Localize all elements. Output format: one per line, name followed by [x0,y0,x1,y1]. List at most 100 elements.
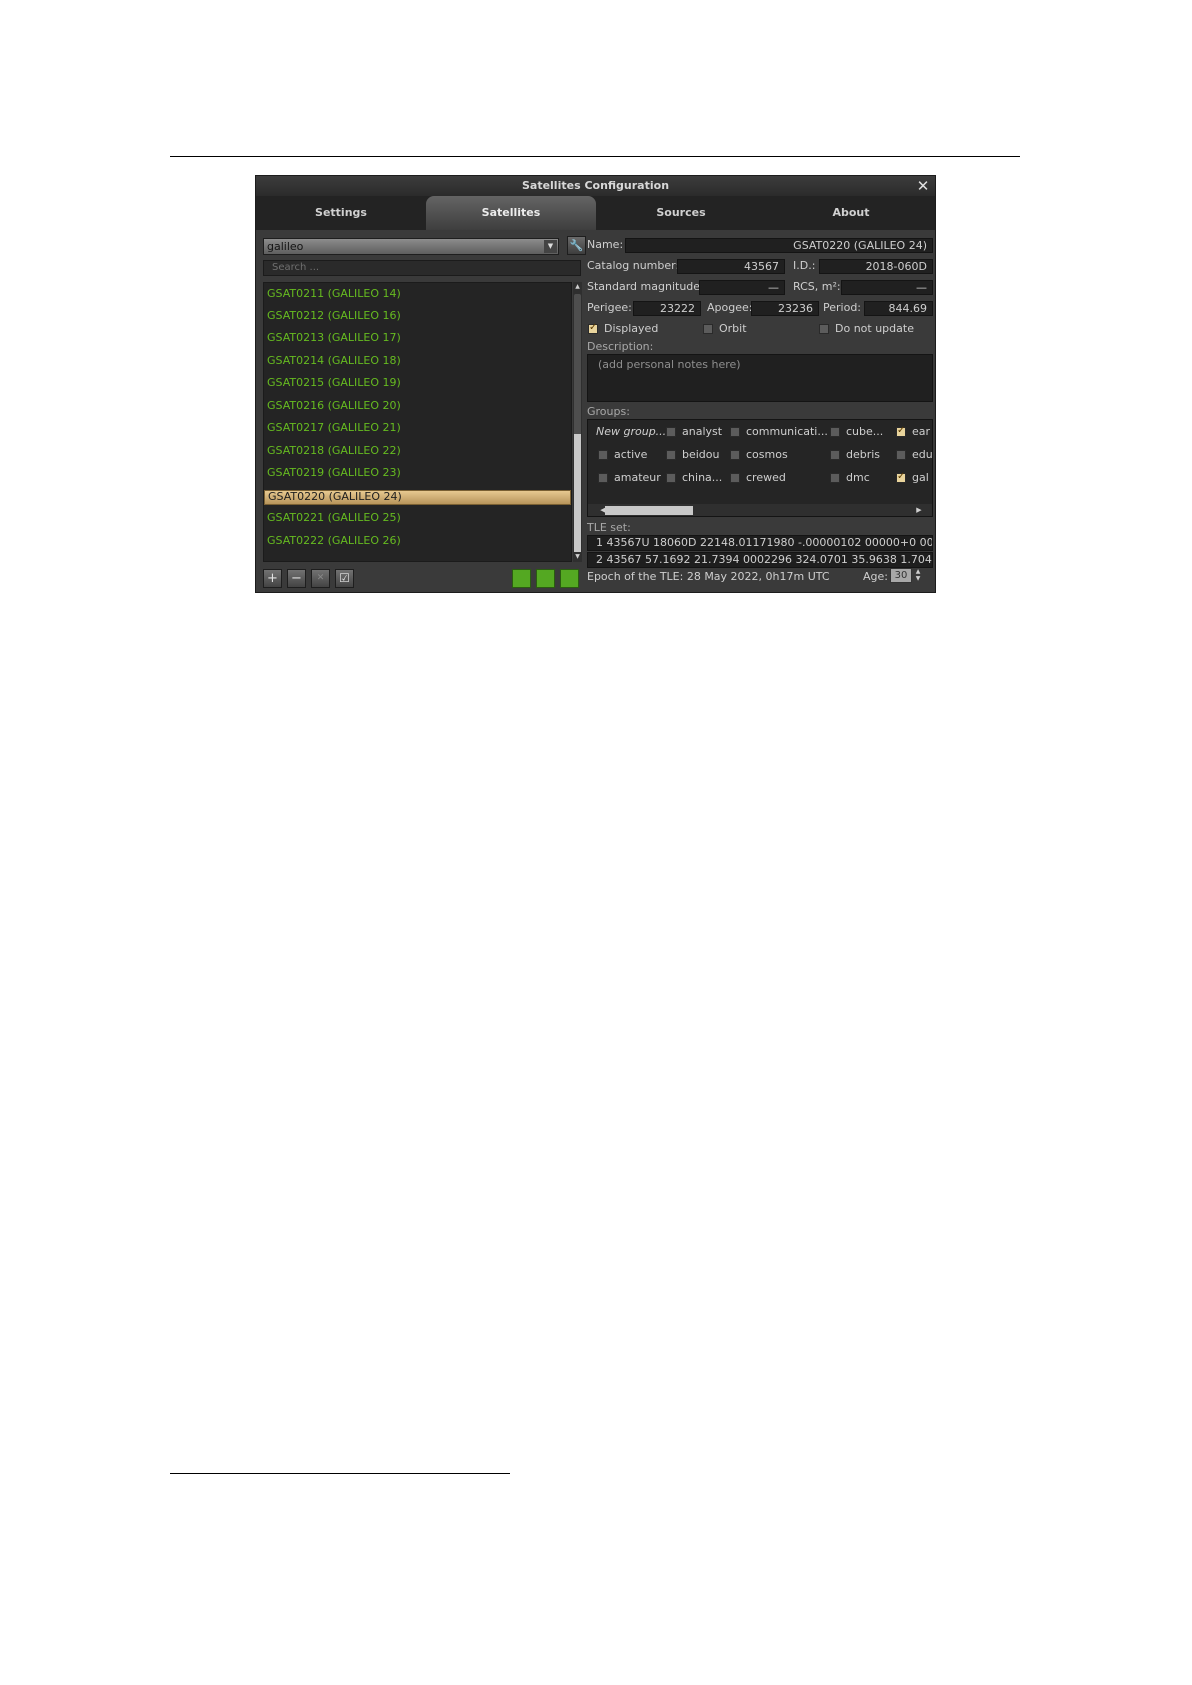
group-label: crewed [746,471,786,484]
group-label: edu [912,448,933,461]
list-item-selected[interactable]: GSAT0220 (GALILEO 24) [264,490,571,505]
group-checkbox[interactable] [830,473,840,483]
catalog-number-field[interactable]: 43567 [677,259,785,274]
remove-satellite-button[interactable]: − [287,569,306,588]
tab-sources[interactable]: Sources [596,196,766,230]
group-label: debris [846,448,881,461]
scroll-right-icon[interactable]: ▶ [914,504,924,516]
name-label: Name: [587,238,624,251]
list-item[interactable]: GSAT0213 (GALILEO 17) [264,327,571,349]
group-label: cosmos [746,448,788,461]
age-spinbox[interactable]: 30 [890,568,912,583]
chevron-down-icon[interactable]: ▼ [544,240,557,253]
perigee-label: Perigee: [587,301,632,314]
status-indicator-1[interactable] [512,569,531,588]
spin-arrows-icon[interactable]: ▲ ▼ [913,568,923,583]
displayed-checkbox[interactable] [588,322,598,334]
status-indicator-2[interactable] [536,569,555,588]
wrench-icon[interactable]: 🔧 [567,236,586,255]
apogee-field[interactable]: 23236 [751,301,819,316]
list-item[interactable]: GSAT0216 (GALILEO 20) [264,395,571,417]
id-label: I.D.: [793,259,816,272]
search-input[interactable]: Search ... [263,260,581,276]
group-checkbox[interactable] [666,473,676,483]
standard-magnitude-label: Standard magnitude: [587,280,704,293]
group-checkbox[interactable] [598,473,608,483]
tle-epoch-text: Epoch of the TLE: 28 May 2022, 0h17m UTC [587,570,830,583]
group-checkbox[interactable] [666,450,676,460]
list-item[interactable]: GSAT0218 (GALILEO 22) [264,440,571,462]
tab-bar: Settings Satellites Sources About [256,196,935,230]
tab-about[interactable]: About [766,196,935,230]
do-not-update-checkbox[interactable] [819,324,829,334]
group-checkbox[interactable] [896,450,906,460]
scroll-up-icon[interactable]: ▲ [573,282,582,292]
scrollbar-thumb[interactable] [605,506,693,515]
group-label: cube... [846,425,884,438]
period-label: Period: [823,301,862,314]
tle-label: TLE set: [587,521,631,534]
description-textarea[interactable]: (add personal notes here) [587,354,933,402]
list-item[interactable]: GSAT0214 (GALILEO 18) [264,350,571,372]
catalog-number-label: Catalog number: [587,259,680,272]
do-not-update-label: Do not update [835,322,914,335]
group-filter-select[interactable]: galileo ▼ [263,238,559,255]
window-titlebar: Satellites Configuration ✕ [256,176,935,196]
clear-icon[interactable]: ✕ [311,569,330,588]
scrollbar-thumb[interactable] [574,434,581,552]
rcs-field[interactable]: — [841,280,933,295]
group-checkbox[interactable] [730,450,740,460]
list-scrollbar[interactable]: ▲ ▼ [573,282,582,562]
new-group-label: New group... [596,425,667,438]
satellite-list[interactable]: GSAT0211 (GALILEO 14) GSAT0212 (GALILEO … [263,282,572,562]
tle-line-2[interactable]: 2 43567 57.1692 21.7394 0002296 324.0701… [587,552,933,568]
group-checkbox[interactable] [730,473,740,483]
satellites-config-window: Satellites Configuration ✕ Settings Sate… [255,175,936,593]
standard-magnitude-field[interactable]: — [699,280,785,295]
group-checkbox[interactable] [598,450,608,460]
select-all-button[interactable]: ☑ [335,569,354,588]
perigee-field[interactable]: 23222 [633,301,701,316]
group-checkbox[interactable] [830,450,840,460]
tab-satellites[interactable]: Satellites [426,196,596,230]
footnote-rule [170,1473,510,1474]
group-checkbox[interactable] [730,427,740,437]
add-satellite-button[interactable]: + [263,569,282,588]
displayed-label: Displayed [604,322,659,335]
list-item[interactable]: GSAT0217 (GALILEO 21) [264,417,571,439]
tle-line-1[interactable]: 1 43567U 18060D 22148.01171980 -.0000010… [587,535,933,551]
group-label: analyst [682,425,723,438]
group-filter-value: galileo [267,240,304,253]
status-indicator-3[interactable] [560,569,579,588]
scroll-down-icon[interactable]: ▼ [573,552,582,562]
group-label: amateur [614,471,661,484]
description-label: Description: [587,340,654,353]
group-label: dmc [846,471,870,484]
group-label: communicati... [746,425,828,438]
period-field[interactable]: 844.69 [864,301,933,316]
close-icon[interactable]: ✕ [915,176,931,196]
group-checkbox[interactable] [666,427,676,437]
list-item[interactable]: GSAT0219 (GALILEO 23) [264,462,571,484]
name-field[interactable]: GSAT0220 (GALILEO 24) [625,238,933,253]
list-item[interactable]: GSAT0222 (GALILEO 26) [264,530,571,552]
age-label: Age: [863,570,888,583]
groups-label: Groups: [587,405,630,418]
list-item[interactable]: GSAT0215 (GALILEO 19) [264,372,571,394]
group-checkbox[interactable] [896,425,906,437]
window-title: Satellites Configuration [521,179,670,192]
page-rule-top [170,156,1020,157]
groups-grid[interactable]: New group... analyst communicati... cube… [587,419,933,517]
group-checkbox[interactable] [830,427,840,437]
group-checkbox[interactable] [896,471,906,483]
group-label: gal [912,471,929,484]
apogee-label: Apogee: [707,301,753,314]
tab-settings[interactable]: Settings [256,196,426,230]
groups-scrollbar[interactable]: ◀ ▶ [588,504,932,516]
id-field[interactable]: 2018-060D [819,259,933,274]
orbit-checkbox[interactable] [703,324,713,334]
list-item[interactable]: GSAT0212 (GALILEO 16) [264,305,571,327]
group-label: ear [912,425,931,438]
list-item[interactable]: GSAT0211 (GALILEO 14) [264,283,571,305]
list-item[interactable]: GSAT0221 (GALILEO 25) [264,507,571,529]
